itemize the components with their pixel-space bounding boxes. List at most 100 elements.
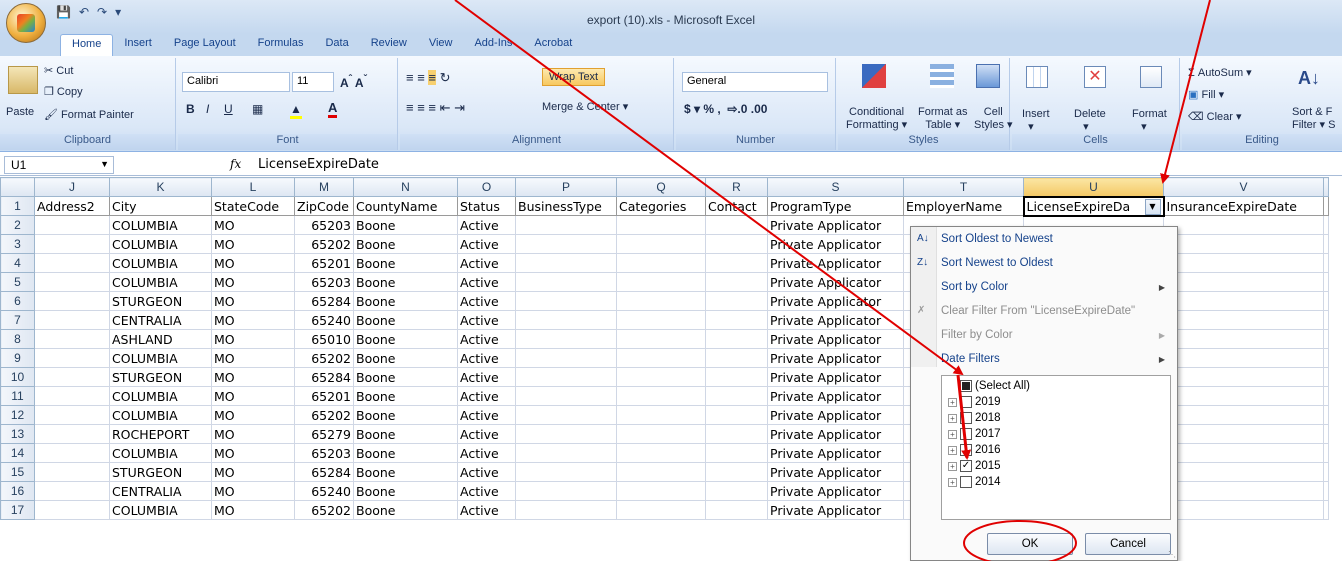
borders-icon[interactable]: ▦ xyxy=(252,102,263,116)
row-header[interactable]: 14 xyxy=(0,443,35,463)
column-header-n[interactable]: N xyxy=(353,177,458,197)
checkbox[interactable] xyxy=(960,380,972,392)
cell[interactable] xyxy=(1163,310,1324,330)
column-header-t[interactable]: T xyxy=(903,177,1024,197)
checkbox[interactable]: ✓ xyxy=(960,460,972,472)
cell[interactable]: Private Applicator xyxy=(767,481,904,501)
header-cell[interactable]: BusinessType xyxy=(515,196,617,216)
cell[interactable] xyxy=(1323,386,1329,406)
cell[interactable]: Active xyxy=(457,424,516,444)
cell[interactable]: Private Applicator xyxy=(767,386,904,406)
row-header[interactable]: 9 xyxy=(0,348,35,368)
cell[interactable] xyxy=(1163,462,1324,482)
cell[interactable] xyxy=(616,386,706,406)
date-filters-item[interactable]: Date Filters xyxy=(941,353,1000,365)
cell[interactable] xyxy=(616,481,706,501)
tab-insert[interactable]: Insert xyxy=(113,34,163,56)
header-cell[interactable]: Address2 xyxy=(34,196,110,216)
cell[interactable] xyxy=(616,253,706,273)
cell[interactable] xyxy=(515,481,617,501)
row-header[interactable]: 16 xyxy=(0,481,35,501)
insert-function-icon[interactable]: fx xyxy=(230,157,241,171)
cell[interactable]: MO xyxy=(211,386,295,406)
cell[interactable] xyxy=(705,291,768,311)
expand-icon[interactable]: + xyxy=(948,461,957,471)
cell[interactable]: 65279 xyxy=(294,424,354,444)
cell[interactable] xyxy=(1163,481,1324,501)
cell[interactable]: MO xyxy=(211,348,295,368)
header-cell[interactable] xyxy=(1323,196,1329,216)
column-header-s[interactable]: S xyxy=(767,177,904,197)
cell[interactable] xyxy=(705,500,768,520)
header-cell[interactable]: Status xyxy=(457,196,516,216)
format-button[interactable]: Format ▾ xyxy=(1132,108,1167,133)
cell[interactable] xyxy=(34,405,110,425)
cell[interactable] xyxy=(705,405,768,425)
row-header[interactable]: 7 xyxy=(0,310,35,330)
cell[interactable]: Active xyxy=(457,215,516,235)
cell[interactable] xyxy=(616,329,706,349)
cell[interactable]: Private Applicator xyxy=(767,405,904,425)
cell[interactable] xyxy=(34,329,110,349)
cell[interactable]: Boone xyxy=(353,481,458,501)
header-cell[interactable]: ZipCode xyxy=(294,196,354,216)
cell[interactable]: Active xyxy=(457,443,516,463)
tab-formulas[interactable]: Formulas xyxy=(247,34,315,56)
cell[interactable] xyxy=(34,481,110,501)
cell[interactable] xyxy=(1323,215,1329,235)
cell[interactable] xyxy=(1163,272,1324,292)
cell[interactable] xyxy=(705,462,768,482)
format-as-table-button[interactable]: Format as Table ▾ xyxy=(918,106,968,132)
font-name-select[interactable]: Calibri xyxy=(182,72,290,92)
cell[interactable]: 65202 xyxy=(294,234,354,254)
align-left-icon[interactable]: ≡ ≡ ≡ ⇤ ⇥ xyxy=(406,100,465,116)
cell[interactable]: 65010 xyxy=(294,329,354,349)
header-cell[interactable]: StateCode xyxy=(211,196,295,216)
tab-home[interactable]: Home xyxy=(60,34,114,56)
cell[interactable]: Boone xyxy=(353,272,458,292)
merge-center-button[interactable]: Merge & Center ▾ xyxy=(542,100,628,113)
cell[interactable] xyxy=(705,310,768,330)
cell[interactable] xyxy=(1163,367,1324,387)
cell[interactable]: Boone xyxy=(353,291,458,311)
cell[interactable] xyxy=(616,500,706,520)
sort-newest-oldest-item[interactable]: Sort Newest to Oldest xyxy=(941,257,1053,269)
cell[interactable] xyxy=(616,234,706,254)
cell[interactable]: Private Applicator xyxy=(767,462,904,482)
cell[interactable]: MO xyxy=(211,462,295,482)
autosum-button[interactable]: Σ AutoSum ▾ xyxy=(1188,66,1252,79)
cell[interactable] xyxy=(34,348,110,368)
cell[interactable]: Private Applicator xyxy=(767,215,904,235)
cell[interactable]: Boone xyxy=(353,462,458,482)
cell[interactable] xyxy=(1323,443,1329,463)
cell[interactable]: Boone xyxy=(353,443,458,463)
cell[interactable]: MO xyxy=(211,291,295,311)
cell[interactable]: Active xyxy=(457,405,516,425)
tab-review[interactable]: Review xyxy=(360,34,418,56)
cell[interactable] xyxy=(1323,291,1329,311)
cell[interactable]: COLUMBIA xyxy=(109,253,212,273)
cell[interactable]: Active xyxy=(457,500,516,520)
cell[interactable]: 65203 xyxy=(294,443,354,463)
cell[interactable] xyxy=(34,291,110,311)
cell[interactable]: Active xyxy=(457,291,516,311)
cell[interactable] xyxy=(705,348,768,368)
copy-button[interactable]: ❐ Copy xyxy=(44,85,83,98)
cell[interactable]: 65284 xyxy=(294,367,354,387)
cell[interactable] xyxy=(1163,500,1324,520)
cell[interactable] xyxy=(1163,253,1324,273)
cell[interactable] xyxy=(34,500,110,520)
filter-dropdown-icon[interactable]: ▼ xyxy=(1144,198,1161,214)
cell[interactable]: Private Applicator xyxy=(767,500,904,520)
cell[interactable] xyxy=(1323,310,1329,330)
cell[interactable] xyxy=(705,367,768,387)
cell[interactable] xyxy=(1163,329,1324,349)
cell[interactable] xyxy=(34,462,110,482)
header-cell[interactable]: InsuranceExpireDate xyxy=(1163,196,1324,216)
cell[interactable] xyxy=(616,291,706,311)
cell[interactable]: STURGEON xyxy=(109,291,212,311)
expand-icon[interactable]: + xyxy=(948,413,957,423)
office-button[interactable] xyxy=(6,3,46,43)
cell[interactable]: Active xyxy=(457,234,516,254)
paste-icon[interactable] xyxy=(8,66,38,94)
